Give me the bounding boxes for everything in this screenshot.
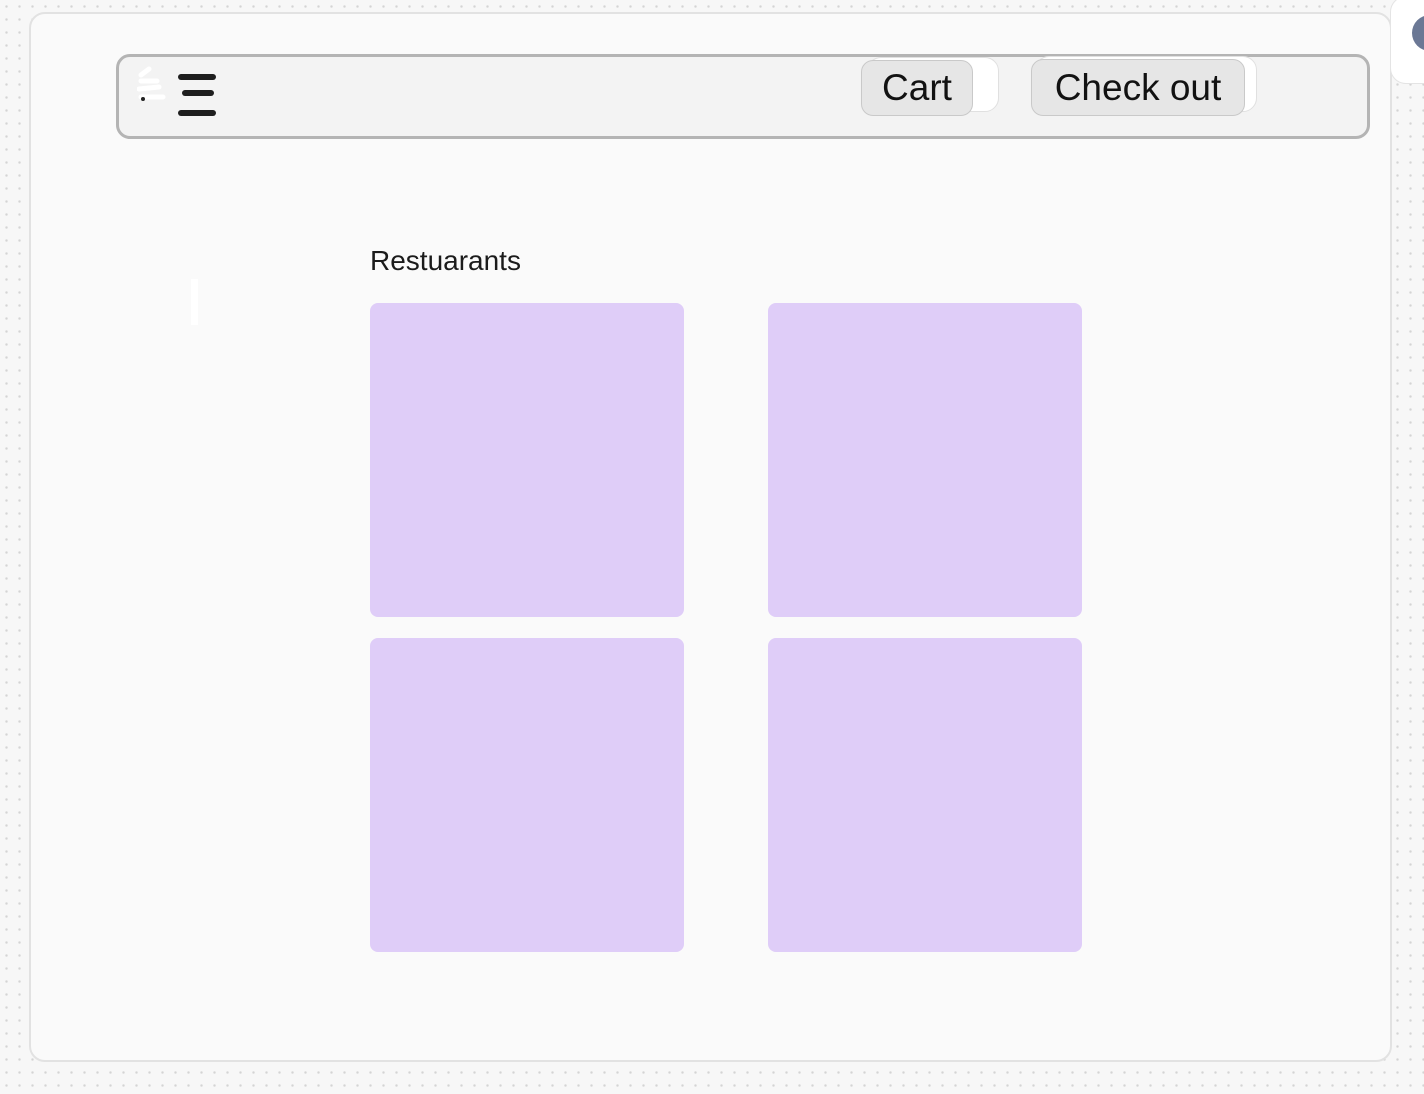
top-navbar: Cart Check out <box>116 54 1370 139</box>
restaurant-card[interactable] <box>370 638 684 952</box>
corner-panel <box>1390 0 1424 84</box>
checkout-button[interactable]: Check out <box>1031 59 1245 116</box>
faded-menu-icon <box>137 66 166 101</box>
restaurant-card[interactable] <box>768 303 1082 617</box>
avatar[interactable] <box>1412 15 1424 51</box>
side-divider <box>191 279 198 325</box>
cart-button[interactable]: Cart <box>861 60 973 116</box>
restaurant-card[interactable] <box>768 638 1082 952</box>
app-frame: Cart Check out Restuarants <box>29 12 1392 1062</box>
restaurant-card[interactable] <box>370 303 684 617</box>
hamburger-menu-icon[interactable] <box>175 71 219 119</box>
restaurants-heading: Restuarants <box>370 245 521 276</box>
